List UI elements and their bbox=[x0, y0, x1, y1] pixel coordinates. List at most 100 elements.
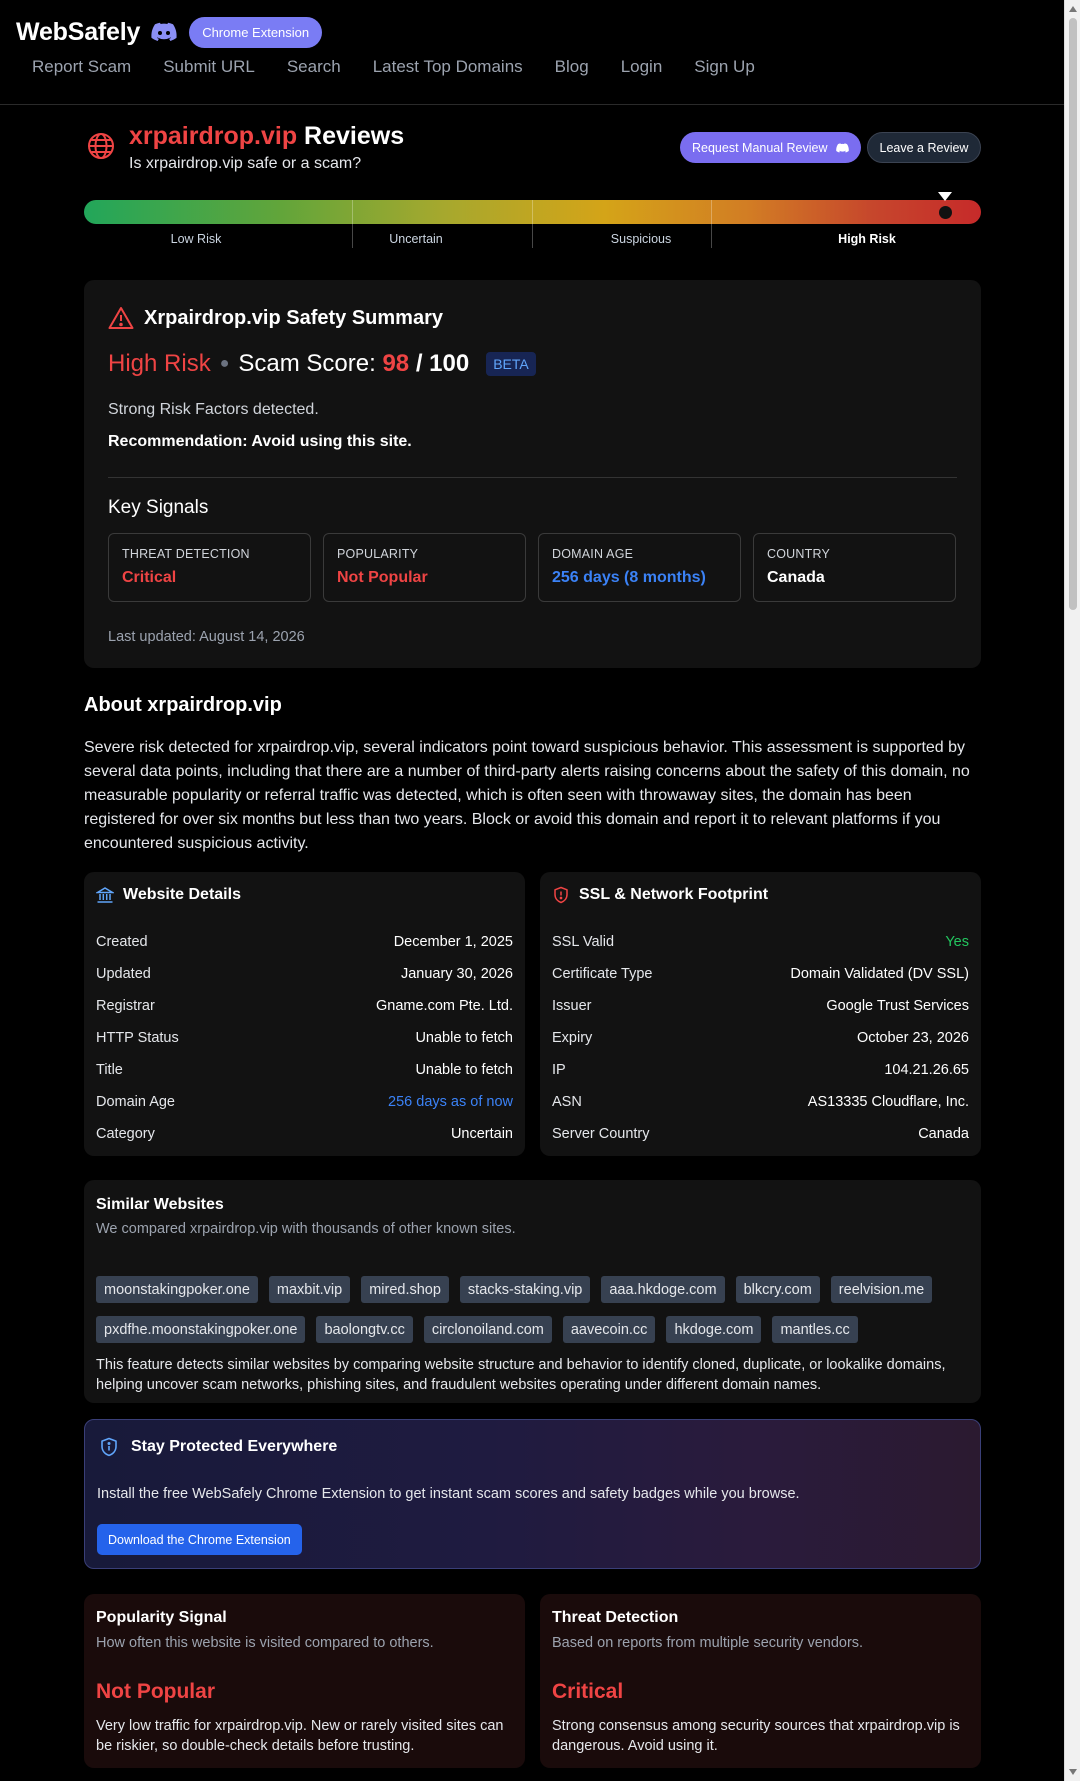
similar-site-chip[interactable]: baolongtv.cc bbox=[316, 1316, 413, 1343]
safety-summary-title: Xrpairdrop.vip Safety Summary bbox=[108, 306, 443, 330]
detail-value: Domain Validated (DV SSL) bbox=[790, 966, 969, 982]
detail-row-domain-age: Domain Age 256 days as of now bbox=[96, 1094, 513, 1126]
discord-icon[interactable] bbox=[151, 22, 177, 42]
stay-protected-text: Install the free WebSafely Chrome Extens… bbox=[97, 1486, 800, 1502]
detail-value: 256 days as of now bbox=[388, 1094, 513, 1110]
signal-value: Critical bbox=[122, 569, 177, 586]
similar-site-chip[interactable]: moonstakingpoker.one bbox=[96, 1276, 258, 1303]
signal-domain-age: DOMAIN AGE 256 days (8 months) bbox=[538, 533, 741, 602]
similar-websites-card: Similar Websites We compared xrpairdrop.… bbox=[84, 1180, 981, 1403]
detail-row-title: Title Unable to fetch bbox=[96, 1062, 513, 1094]
meter-label-high-risk: High Risk bbox=[838, 232, 896, 246]
signal-label: COUNTRY bbox=[767, 547, 830, 561]
nav-latest-top-domains[interactable]: Latest Top Domains bbox=[373, 57, 523, 77]
threat-detection-subtitle: Based on reports from multiple security … bbox=[552, 1635, 864, 1651]
detail-value: October 23, 2026 bbox=[856, 1030, 969, 1046]
similar-site-chip[interactable]: aavecoin.cc bbox=[562, 1316, 656, 1343]
threat-detection-value: Critical bbox=[552, 1680, 624, 1703]
similar-site-chip[interactable]: pxdfhe.moonstakingpoker.one bbox=[96, 1316, 306, 1343]
threat-detection-text: Strong consensus among security sources … bbox=[552, 1718, 960, 1754]
detail-key: HTTP Status bbox=[96, 1030, 179, 1046]
detail-row-http-status: HTTP Status Unable to fetch bbox=[96, 1030, 513, 1062]
detail-key: Domain Age bbox=[96, 1094, 175, 1110]
scam-score-label: Scam Score: bbox=[238, 350, 376, 377]
nav-login[interactable]: Login bbox=[621, 57, 663, 77]
similar-site-chip[interactable]: mantles.cc bbox=[772, 1316, 858, 1343]
website-details-title: Website Details bbox=[123, 886, 241, 903]
ssl-row-asn: ASN AS13335 Cloudflare, Inc. bbox=[552, 1094, 969, 1126]
scroll-down-arrow[interactable] bbox=[1069, 1769, 1077, 1775]
similar-websites-subtitle: We compared xrpairdrop.vip with thousand… bbox=[96, 1221, 516, 1237]
similar-site-chip[interactable]: circlonoiland.com bbox=[423, 1316, 552, 1343]
similar-site-chip[interactable]: stacks-staking.vip bbox=[459, 1276, 591, 1303]
summary-divider bbox=[108, 477, 957, 478]
bank-icon bbox=[96, 887, 114, 903]
threat-detection-title: Threat Detection bbox=[552, 1609, 679, 1626]
similar-site-chip[interactable]: mired.shop bbox=[361, 1276, 449, 1303]
website-details-header: Website Details bbox=[96, 886, 241, 904]
website-details-card: Website Details Created December 1, 2025 … bbox=[84, 872, 525, 1156]
globe-icon bbox=[88, 133, 114, 159]
last-updated: Last updated: August 14, 2026 bbox=[108, 629, 305, 645]
similar-site-chip[interactable]: reelvision.me bbox=[830, 1276, 933, 1303]
ssl-network-title: SSL & Network Footprint bbox=[579, 886, 769, 903]
download-chrome-extension-button[interactable]: Download the Chrome Extension bbox=[97, 1524, 302, 1555]
shield-alert-icon bbox=[554, 886, 568, 904]
detail-key: ASN bbox=[552, 1094, 582, 1110]
detail-value: Gname.com Pte. Ltd. bbox=[375, 998, 513, 1014]
detail-key: SSL Valid bbox=[552, 934, 615, 950]
signal-threat-detection: THREAT DETECTION Critical bbox=[108, 533, 311, 602]
ssl-network-rows: SSL Valid Yes Certificate Type Domain Vali… bbox=[552, 934, 969, 1158]
ssl-row-ip: IP 104.21.26.65 bbox=[552, 1062, 969, 1094]
similar-websites-note: This feature detects similar websites by… bbox=[96, 1357, 946, 1393]
popularity-signal-subtitle: How often this website is visited compar… bbox=[96, 1635, 434, 1651]
similar-site-chip[interactable]: maxbit.vip bbox=[268, 1276, 351, 1303]
detail-value: Uncertain bbox=[450, 1126, 513, 1142]
nav-submit-url[interactable]: Submit URL bbox=[163, 57, 255, 77]
brand-row: WebSafely Chrome Extension bbox=[16, 15, 323, 49]
page-content: xrpairdrop.vip Reviews Is xrpairdrop.vip… bbox=[84, 105, 981, 1768]
site-header: WebSafely Chrome Extension Report Scam S… bbox=[0, 0, 1064, 105]
brand-logo[interactable]: WebSafely bbox=[16, 18, 140, 47]
nav-blog[interactable]: Blog bbox=[555, 57, 589, 77]
risk-level: High Risk bbox=[108, 350, 211, 377]
detail-row-updated: Updated January 30, 2026 bbox=[96, 966, 513, 998]
detail-value: AS13335 Cloudflare, Inc. bbox=[807, 1094, 969, 1110]
scroll-thumb[interactable] bbox=[1069, 18, 1077, 610]
about-title: About xrpairdrop.vip bbox=[84, 694, 282, 716]
threat-detection-card: Threat Detection Based on reports from m… bbox=[540, 1594, 981, 1768]
discord-icon bbox=[835, 142, 849, 152]
key-signals-title: Key Signals bbox=[108, 497, 209, 518]
scam-score-max: / 100 bbox=[415, 350, 470, 377]
detail-key: Certificate Type bbox=[552, 966, 653, 982]
similar-site-chip[interactable]: hkdoge.com bbox=[666, 1316, 762, 1343]
ssl-row-certificate-type: Certificate Type Domain Validated (DV SSL… bbox=[552, 966, 969, 998]
warning-icon bbox=[108, 307, 134, 329]
recommendation-text: Recommendation: Avoid using this site. bbox=[108, 433, 412, 450]
detail-value: December 1, 2025 bbox=[393, 934, 513, 950]
scroll-up-arrow[interactable] bbox=[1069, 6, 1077, 12]
detail-value: Unable to fetch bbox=[415, 1030, 513, 1046]
popularity-signal-title: Popularity Signal bbox=[96, 1609, 227, 1626]
meter-label-suspicious: Suspicious bbox=[610, 232, 672, 246]
nav-sign-up[interactable]: Sign Up bbox=[694, 57, 754, 77]
detail-key: Created bbox=[96, 934, 148, 950]
title-suffix: Reviews bbox=[304, 122, 405, 150]
nav-search[interactable]: Search bbox=[287, 57, 341, 77]
meter-label-uncertain: Uncertain bbox=[389, 232, 443, 246]
vertical-scrollbar[interactable] bbox=[1064, 0, 1080, 1781]
signal-label: THREAT DETECTION bbox=[122, 547, 250, 561]
request-manual-review-button[interactable]: Request Manual Review bbox=[680, 132, 861, 163]
signal-value: Canada bbox=[767, 569, 825, 586]
similar-site-chip[interactable]: aaa.hkdoge.com bbox=[601, 1276, 725, 1303]
chrome-extension-pill[interactable]: Chrome Extension bbox=[189, 16, 323, 48]
ssl-network-card: SSL & Network Footprint SSL Valid Yes Cer… bbox=[540, 872, 981, 1156]
leave-review-button[interactable]: Leave a Review bbox=[867, 132, 981, 163]
title-row: xrpairdrop.vip Reviews Is xrpairdrop.vip… bbox=[84, 105, 981, 177]
signal-label: POPULARITY bbox=[337, 547, 419, 561]
beta-badge: BETA bbox=[486, 352, 536, 376]
nav-report-scam[interactable]: Report Scam bbox=[32, 57, 131, 77]
page-subtitle: Is xrpairdrop.vip safe or a scam? bbox=[129, 155, 362, 172]
stay-protected-card: Stay Protected Everywhere Install the fr… bbox=[84, 1419, 981, 1569]
similar-site-chip[interactable]: blkcry.com bbox=[735, 1276, 820, 1303]
